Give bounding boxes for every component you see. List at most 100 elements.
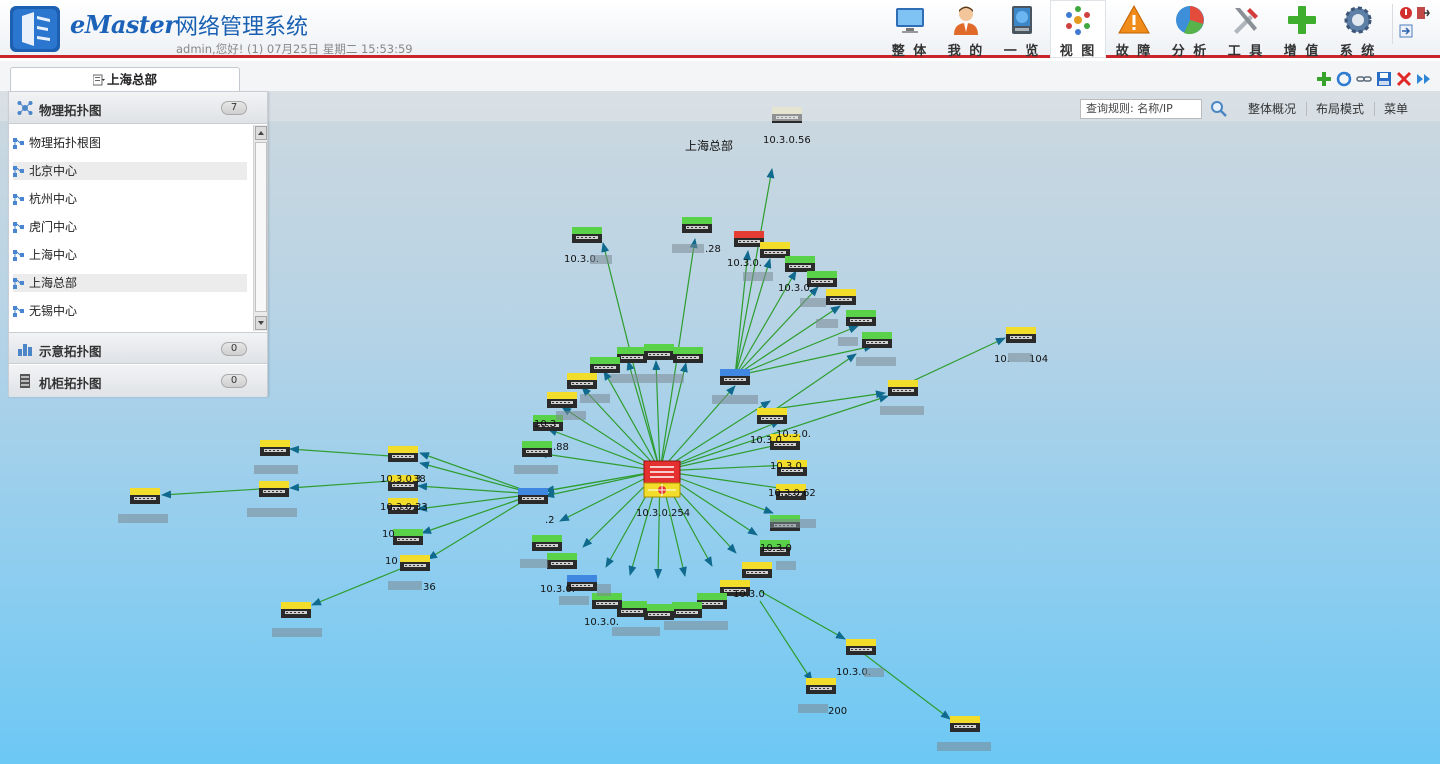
section-schematic-topology[interactable]: 示意拓扑图 0 [9,332,267,364]
user-status: admin,您好! (1) 07月25日 星期二 15:53:59 [176,42,413,56]
delete-icon[interactable] [1396,71,1412,87]
device-node[interactable] [785,256,815,272]
device-node[interactable] [590,357,620,373]
device-node[interactable] [644,604,674,620]
tree-item-hangzhou[interactable]: 杭州中心 [13,190,247,208]
device-node[interactable] [644,344,674,360]
add-icon[interactable] [1316,71,1332,87]
topology-node-icon [13,166,24,177]
nav-list[interactable]: 一 览 [994,0,1050,59]
overview-link[interactable]: 整体概况 [1248,100,1296,117]
search-icon[interactable] [1210,100,1228,118]
device-label: 10 [385,556,398,567]
login-icon[interactable] [1399,24,1413,38]
scroll-down-button[interactable] [255,316,267,330]
device-node[interactable] [734,231,764,247]
warning-icon [1118,4,1150,34]
tree-item-root[interactable]: 物理拓扑根图 [13,134,247,152]
nav-analysis[interactable]: 分 析 [1162,0,1218,59]
section-physical-topology[interactable]: 物理拓扑图 7 [9,92,267,124]
device-node[interactable] [757,408,787,424]
device-node[interactable] [572,227,602,243]
app-header: eMaster 网络管理系统 admin,您好! (1) 07月25日 星期二 … [0,0,1440,59]
device-node[interactable] [862,332,892,348]
device-node[interactable] [281,602,311,618]
alarm-icon[interactable] [1399,6,1413,20]
tree-item-humen[interactable]: 虎门中心 [13,218,247,236]
tree-item-label: 上海总部 [29,276,78,290]
topology-node-icon [13,306,24,317]
device-node[interactable] [522,441,552,457]
tree-item-shanghai-center[interactable]: 上海中心 [13,246,247,264]
nav-view[interactable]: 视 图 [1050,0,1106,59]
logo-icon [10,6,60,52]
count-badge: 7 [221,101,247,115]
nav-fault[interactable]: 故 障 [1106,0,1162,59]
device-node[interactable] [532,535,562,551]
device-label: .88 [553,442,569,453]
device-node[interactable] [720,369,750,385]
device-node[interactable] [826,289,856,305]
device-node[interactable] [673,347,703,363]
tree-item-wuxi[interactable]: 无锡中心 [13,302,247,320]
device-node[interactable] [547,392,577,408]
nav-label: 一 览 [1003,44,1041,59]
device-node[interactable] [846,310,876,326]
tree-item-beijing[interactable]: 北京中心 [13,162,247,180]
section-label: 机柜拓扑图 [39,376,102,391]
section-cabinet-topology[interactable]: 机柜拓扑图 0 [9,365,267,397]
exit-icon[interactable] [1416,6,1430,20]
list-icon [92,74,105,86]
nav-label: 视 图 [1059,44,1097,59]
network-icon [17,101,33,115]
menu-link[interactable]: 菜单 [1384,100,1408,117]
refresh-icon[interactable] [1336,71,1352,87]
device-label: 10.3.0 [760,543,792,554]
tree-scrollbar[interactable] [253,125,267,331]
nav-overall[interactable]: 整 体 [882,0,938,59]
device-node[interactable] [1006,327,1036,343]
device-node[interactable] [760,242,790,258]
device-node[interactable] [260,440,290,456]
device-node[interactable] [742,562,772,578]
forward-icon[interactable] [1416,71,1432,87]
device-node[interactable] [259,481,289,497]
device-node[interactable] [567,373,597,389]
core-router[interactable] [643,460,681,498]
device-label: 36 [423,582,436,593]
topology-node-icon [13,222,24,233]
topology-node-icon [13,138,24,149]
device-node[interactable] [846,639,876,655]
cabinet-icon [20,374,30,388]
device-node[interactable] [400,555,430,571]
server-icon [1012,6,1032,34]
nav-value-added[interactable]: 增 值 [1274,0,1330,59]
device-node[interactable] [518,488,548,504]
topology-node-icon [13,278,24,289]
nav-tools[interactable]: 工 具 [1218,0,1274,59]
plus-icon [1288,6,1316,34]
nav-system[interactable]: 系 统 [1330,0,1386,59]
link-icon[interactable] [1356,71,1372,87]
layout-mode-link[interactable]: 布局模式 [1316,100,1364,117]
device-node[interactable] [682,217,712,233]
device-node[interactable] [888,380,918,396]
search-input[interactable]: 查询规则: 名称/IP [1080,99,1202,119]
arrow-down-icon [258,321,264,325]
device-node[interactable] [388,446,418,462]
device-node[interactable] [617,347,647,363]
device-node[interactable] [547,553,577,569]
device-node[interactable] [950,716,980,732]
device-node[interactable] [672,602,702,618]
device-node[interactable] [393,529,423,545]
tree-item-shanghai-hq[interactable]: 上海总部 [13,274,247,292]
scroll-thumb[interactable] [255,142,267,312]
tab-shanghai-hq[interactable]: 上海总部 [10,67,240,93]
device-node[interactable] [130,488,160,504]
nav-mine[interactable]: 我 的 [938,0,994,59]
scroll-up-button[interactable] [255,126,267,140]
tree-item-label: 北京中心 [29,164,78,178]
count-badge: 0 [221,342,247,356]
device-node[interactable] [806,678,836,694]
save-icon[interactable] [1376,71,1392,87]
